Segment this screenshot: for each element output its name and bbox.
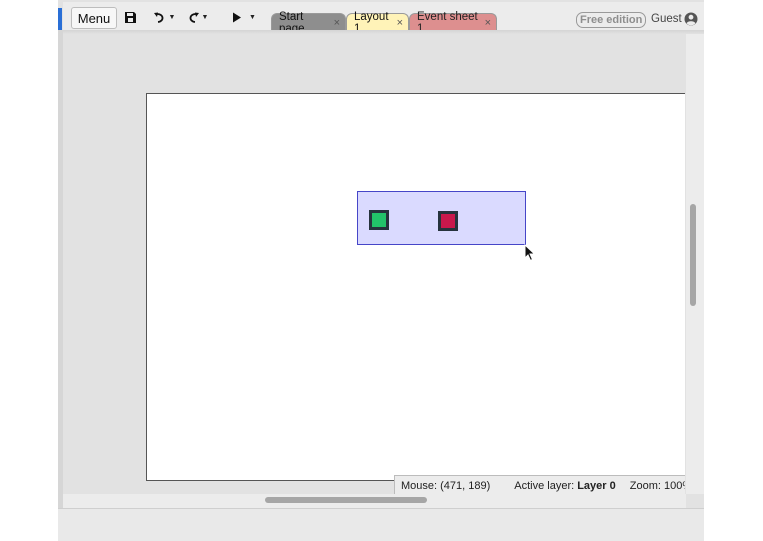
guest-account-label[interactable]: Guest — [651, 13, 682, 25]
horizontal-scrollbar[interactable] — [63, 494, 686, 508]
selection-rectangle[interactable] — [357, 191, 526, 245]
layout-page[interactable] — [146, 93, 685, 481]
tab-event-sheet-1[interactable]: Event sheet 1 × — [409, 11, 497, 35]
redo-button[interactable]: ▼ — [183, 7, 211, 27]
horizontal-scroll-thumb[interactable] — [265, 497, 427, 503]
status-mouse-position: Mouse: (471, 189) — [401, 480, 491, 492]
main-toolbar: Menu ▼ ▼ ▼ Start page × Layout 1 × Event… — [63, 2, 704, 35]
run-preview-button[interactable]: ▼ — [229, 7, 259, 27]
chevron-down-icon: ▼ — [201, 13, 209, 21]
green-sprite[interactable] — [369, 210, 389, 230]
chevron-down-icon: ▼ — [249, 13, 256, 21]
free-edition-badge[interactable]: Free edition — [576, 12, 647, 28]
menu-button[interactable]: Menu — [71, 7, 117, 29]
vertical-scroll-thumb[interactable] — [690, 204, 696, 306]
red-sprite[interactable] — [438, 211, 458, 231]
vertical-scrollbar[interactable] — [686, 34, 704, 494]
status-bar: Mouse: (471, 189) Active layer: Layer 0 … — [394, 475, 685, 494]
mouse-cursor-icon — [524, 244, 536, 262]
close-icon[interactable]: × — [485, 17, 491, 29]
bottom-panel — [58, 508, 704, 541]
redo-icon — [189, 12, 199, 23]
left-accent-bar — [58, 8, 62, 30]
save-button[interactable] — [121, 7, 139, 27]
tab-layout-1[interactable]: Layout 1 × — [346, 11, 409, 35]
undo-icon — [153, 12, 163, 23]
status-zoom: Zoom: 100% — [629, 480, 685, 492]
play-icon — [233, 12, 242, 22]
save-icon — [124, 11, 136, 23]
user-circle-icon[interactable] — [684, 12, 698, 26]
close-icon[interactable]: × — [397, 17, 403, 29]
status-active-layer-label: Active layer: — [514, 480, 575, 492]
status-active-layer-value: Layer 0 — [577, 480, 616, 492]
close-icon[interactable]: × — [334, 17, 340, 29]
tab-start-page[interactable]: Start page × — [271, 11, 346, 35]
construct-editor-window: Menu ▼ ▼ ▼ Start page × Layout 1 × Event… — [58, 0, 704, 541]
chevron-down-icon: ▼ — [168, 13, 176, 21]
layout-view[interactable]: Mouse: (471, 189) Active layer: Layer 0 … — [63, 34, 685, 494]
undo-button[interactable]: ▼ — [151, 7, 177, 27]
